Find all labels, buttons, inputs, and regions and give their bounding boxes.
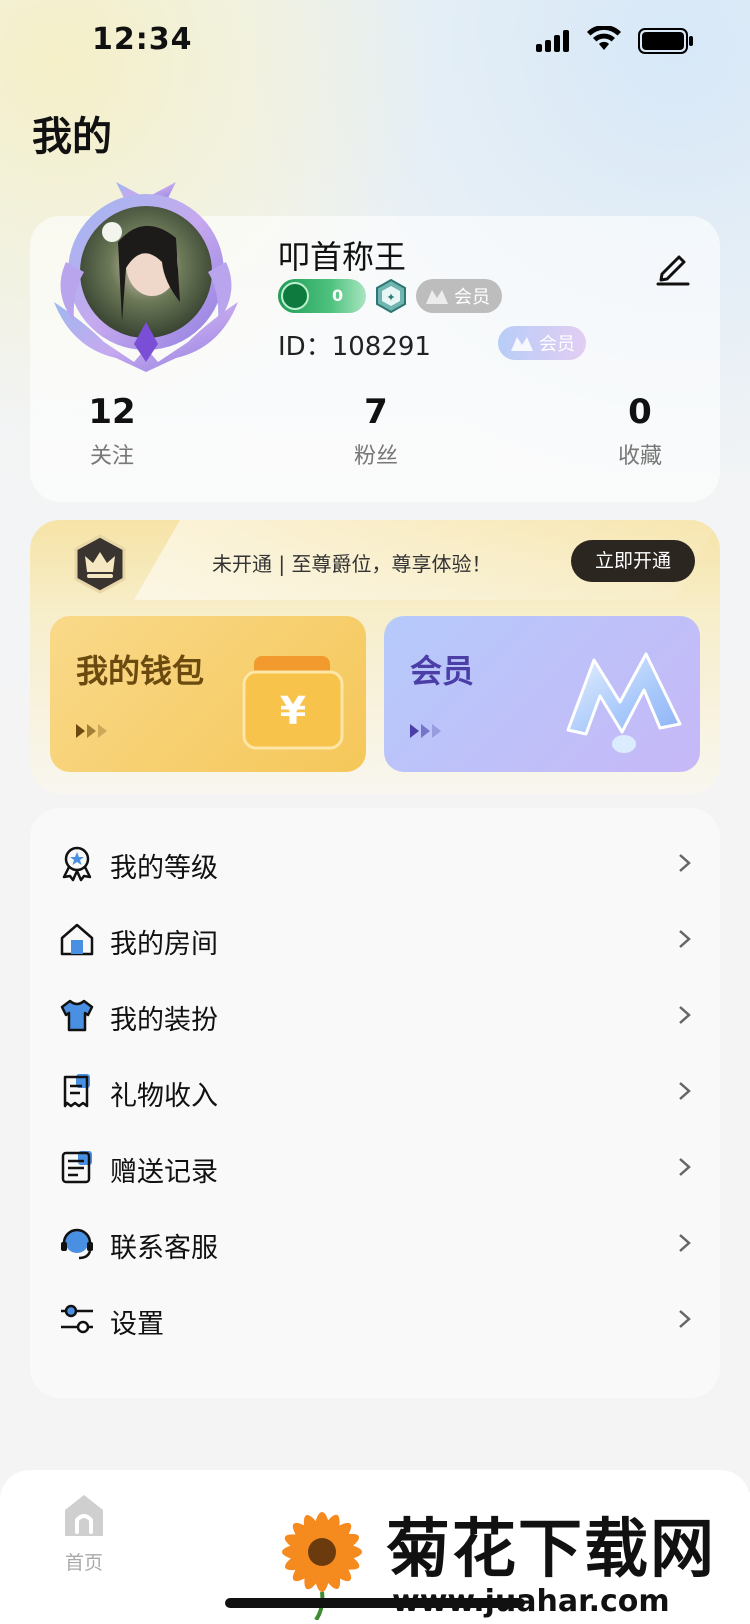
wallet-card[interactable]: 我的钱包 ¥ (50, 616, 366, 772)
menu-item-my-room[interactable]: 我的房间 (30, 900, 720, 976)
chevron-right-icon (679, 854, 691, 872)
menu-item-settings[interactable]: 设置 (30, 1280, 720, 1356)
stat-following[interactable]: 12 关注 (52, 392, 172, 470)
level-badge[interactable]: 0 (278, 279, 366, 313)
outfit-shirt-icon (60, 999, 94, 1032)
stat-label: 收藏 (617, 444, 662, 469)
status-bar: 12:34 (0, 0, 750, 88)
vip-mountain-icon (511, 337, 533, 351)
wallet-yen-icon: ¥ (242, 656, 344, 750)
room-house-icon (60, 923, 94, 956)
edit-profile-icon[interactable] (654, 248, 692, 286)
vip-badge-secondary-label: 会员 (539, 334, 575, 355)
crown-icon (74, 534, 126, 594)
customer-service-headset-icon (61, 1228, 93, 1260)
tab-home-label: 首页 (64, 1552, 103, 1574)
vip-badge[interactable]: 会员 (416, 279, 502, 313)
member-card[interactable]: 会员 (384, 616, 700, 772)
vip-badge-label: 会员 (454, 287, 490, 308)
gift-income-receipt-icon (63, 1074, 90, 1108)
vip-badge-secondary[interactable]: 会员 (498, 326, 586, 360)
yen-symbol: ¥ (280, 689, 306, 733)
cellular-signal-icon (536, 30, 574, 52)
stat-value: 7 (364, 392, 388, 432)
menu-item-label: 礼物收入 (110, 1081, 218, 1112)
battery-icon (638, 28, 693, 54)
menu-item-my-level[interactable]: 我的等级 (30, 824, 720, 900)
open-vip-button[interactable]: 立即开通 (571, 540, 695, 582)
level-value: 0 (332, 286, 344, 305)
chevron-right-icon (679, 1310, 691, 1328)
menu-item-gift-income[interactable]: 礼物收入 (30, 1052, 720, 1128)
member-crystal-icon (566, 652, 682, 753)
tab-home[interactable]: 首页 (54, 1492, 114, 1574)
leaf-icon (281, 282, 309, 310)
chevron-right-icon (679, 930, 691, 948)
stat-value: 12 (88, 392, 136, 432)
page-title: 我的 (32, 114, 112, 160)
menu-item-label: 赠送记录 (110, 1157, 218, 1188)
svg-text:✦: ✦ (386, 291, 395, 304)
gift-record-list-icon (61, 1151, 92, 1184)
level-medal-icon (62, 846, 92, 882)
vip-promo-text: 未开通 | 至尊爵位，尊享体验！ (212, 552, 492, 576)
menu-item-label: 设置 (110, 1309, 164, 1340)
rank-badge-icon[interactable]: ✦ (374, 279, 408, 313)
home-icon (65, 1495, 103, 1536)
settings-sliders-icon (61, 1304, 93, 1334)
menu-item-customer-service[interactable]: 联系客服 (30, 1204, 720, 1280)
chevron-right-icon (679, 1234, 691, 1252)
arrows-icon (410, 724, 441, 740)
menu-item-label: 联系客服 (110, 1233, 218, 1264)
chevron-right-icon (679, 1158, 691, 1176)
menu-item-label: 我的等级 (110, 853, 218, 884)
home-indicator (225, 1598, 525, 1608)
status-time: 12:34 (92, 22, 193, 57)
stat-favorites[interactable]: 0 收藏 (580, 392, 700, 470)
arrows-icon (76, 724, 107, 740)
stat-label: 粉丝 (353, 444, 398, 469)
member-title: 会员 (410, 652, 475, 690)
user-badges: 0 ✦ 会员 (278, 278, 502, 314)
wallet-title: 我的钱包 (76, 652, 205, 690)
menu-item-label: 我的装扮 (110, 1005, 218, 1036)
vip-mountain-icon (426, 290, 448, 304)
menu-item-my-outfit[interactable]: 我的装扮 (30, 976, 720, 1052)
menu-item-gift-record[interactable]: 赠送记录 (30, 1128, 720, 1204)
user-id: ID：108291 (278, 332, 431, 362)
chevron-right-icon (679, 1082, 691, 1100)
stat-value: 0 (628, 392, 652, 432)
menu-item-label: 我的房间 (110, 929, 218, 960)
watermark-text: 菊花下载网 (386, 1513, 716, 1587)
stat-fans[interactable]: 7 粉丝 (316, 392, 436, 470)
chevron-right-icon (679, 1006, 691, 1024)
wifi-icon (587, 26, 621, 50)
nickname: 叩首称王 (278, 238, 407, 276)
avatar[interactable] (44, 172, 248, 372)
stat-label: 关注 (89, 444, 134, 469)
